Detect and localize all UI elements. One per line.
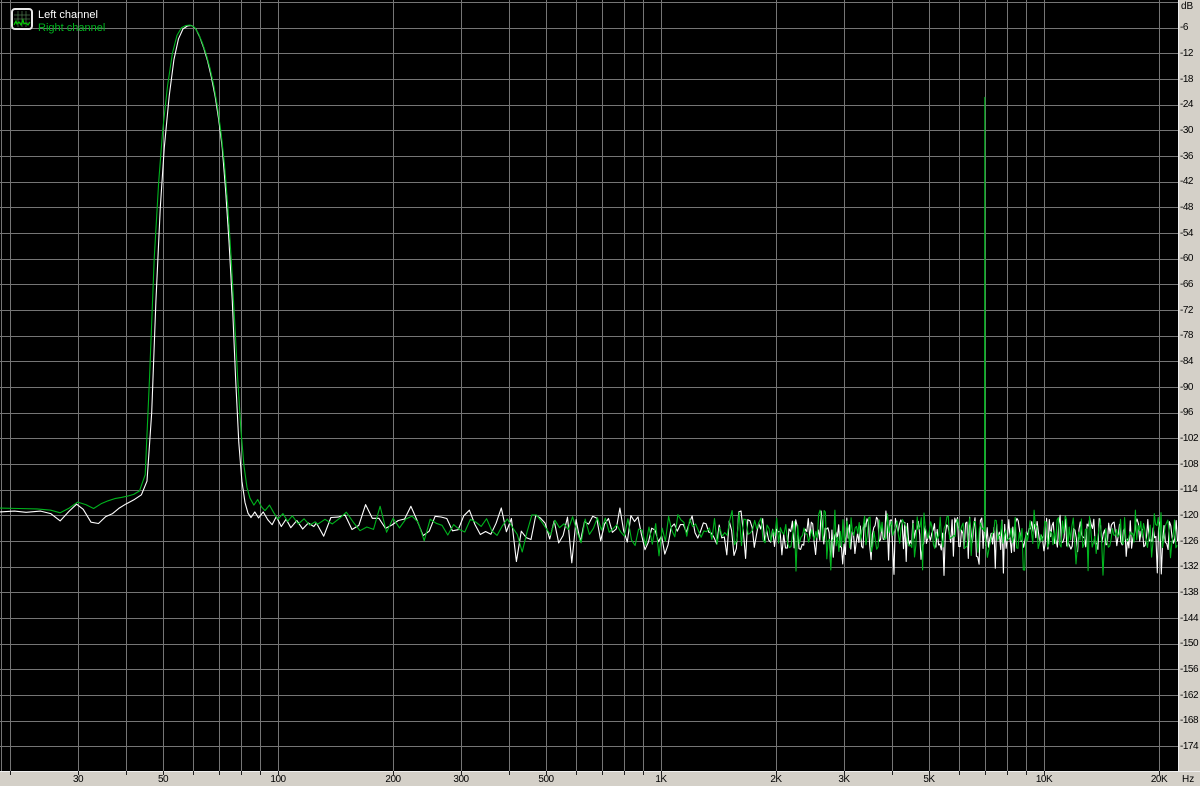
y-axis-label: -96 [1180,407,1193,418]
y-axis-label: -162 [1180,690,1199,701]
y-axis-label: -132 [1180,561,1199,572]
x-axis-label: 30 [72,774,84,785]
x-axis-label: 200 [385,774,401,785]
legend-left-channel-label: Left channel [38,9,98,21]
y-axis-label: -60 [1180,253,1193,264]
y-axis-label: -6 [1180,22,1188,33]
spectrum-analyzer-screen: Left channel Right channel dB -6 -12 -18 -2… [0,0,1200,786]
x-axis-label: 50 [157,774,169,785]
x-axis-tick [509,771,510,775]
y-axis-label: -48 [1180,202,1193,213]
y-axis-label: -150 [1180,638,1199,649]
spectrum-icon [11,8,33,30]
x-axis-label: 20K [1150,774,1168,785]
legend: Left channel Right channel [0,0,260,40]
y-axis-label: -114 [1180,484,1198,495]
y-axis-label: -84 [1180,356,1193,367]
spectrum-plot-area: Left channel Right channel [0,0,1178,771]
y-axis-label: -144 [1180,613,1199,624]
y-axis-label: -78 [1180,330,1193,341]
y-axis-label: -156 [1180,664,1199,675]
y-axis-label: -54 [1180,228,1193,239]
x-axis-tick [985,771,986,775]
x-axis-label: 100 [270,774,286,785]
y-axis-label: -126 [1180,536,1199,547]
x-axis-label: 1K [655,774,667,785]
x-axis-label: 500 [538,774,554,785]
x-axis-tick [602,771,603,775]
y-axis-label: -72 [1180,305,1193,316]
trace-right-channel [0,24,1178,576]
y-axis-label: -174 [1180,741,1199,752]
x-axis-label: 300 [453,774,469,785]
y-axis-label: -138 [1180,587,1199,598]
y-axis-label: -102 [1180,433,1199,444]
spectrum-plot [0,0,1178,771]
x-axis-label: 2K [770,774,782,785]
x-axis-tick [219,771,220,775]
x-axis-label: 3K [838,774,850,785]
x-axis-tick [126,771,127,775]
x-axis-strip: Hz 30 50 100 200 300 500 1K 2K 3K 5K 10K 20K [0,771,1200,786]
y-axis-label: -42 [1180,176,1193,187]
y-axis-unit-label: dB [1181,1,1194,12]
x-axis-tick [959,771,960,775]
x-axis-tick [576,771,577,775]
x-axis-tick [10,771,11,775]
y-axis-label: -108 [1180,459,1199,470]
y-axis-strip: dB -6 -12 -18 -24 -30 -36 -42 -48 -54 -60 -66 -72 -7… [1178,0,1200,771]
y-axis-label: -120 [1180,510,1199,521]
y-axis-label: -24 [1180,99,1193,110]
y-axis-label: -12 [1180,48,1193,59]
x-axis-label: 10K [1035,774,1053,785]
x-axis-unit-label: Hz [1182,774,1195,785]
x-axis-tick [241,771,242,775]
y-axis-label: -18 [1180,74,1193,85]
x-axis-tick [892,771,893,775]
x-axis-label: 5K [923,774,935,785]
y-axis-label: -66 [1180,279,1193,290]
x-axis-tick [624,771,625,775]
legend-right-channel-label: Right channel [38,22,106,34]
x-axis-tick [1007,771,1008,775]
y-axis-label: -90 [1180,382,1193,393]
y-axis-label: -36 [1180,151,1193,162]
trace-left-channel [0,24,1178,576]
y-axis-label: -30 [1180,125,1193,136]
x-axis-tick [193,771,194,775]
y-axis-label: -168 [1180,715,1199,726]
